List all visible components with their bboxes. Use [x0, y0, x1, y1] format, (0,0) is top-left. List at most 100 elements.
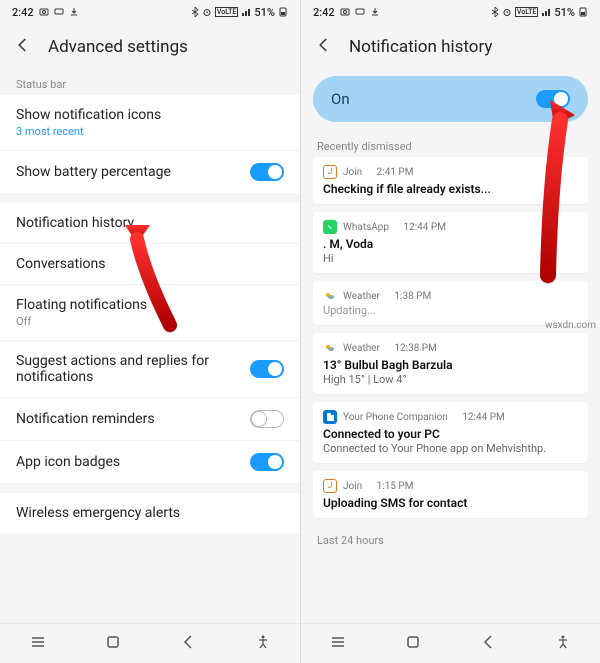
volte-label: VoLTE — [515, 7, 538, 17]
signal-icon — [541, 7, 551, 17]
nav-accessibility-icon[interactable] — [555, 634, 571, 654]
section-status-bar: Status bar — [0, 70, 300, 95]
row-show-battery-percentage[interactable]: Show battery percentage — [0, 151, 300, 193]
app-name: Weather — [343, 291, 380, 302]
notif-body: High 15° | Low 4° — [323, 373, 578, 386]
signal-icon — [241, 7, 251, 17]
app-name: Weather — [343, 343, 380, 354]
app-icon-join: J — [323, 479, 337, 493]
volte-label: VoLTE — [215, 7, 238, 17]
header: Advanced settings — [0, 24, 300, 70]
status-time: 2:42 — [12, 6, 34, 19]
on-toggle-banner[interactable]: On — [313, 76, 588, 122]
row-notification-history[interactable]: Notification history — [0, 203, 300, 244]
header: Notification history — [301, 24, 600, 70]
nav-accessibility-icon[interactable] — [255, 634, 271, 654]
row-label: Suggest actions and replies for notifica… — [16, 353, 250, 385]
notif-time: 1:38 PM — [394, 291, 431, 302]
nav-back-icon[interactable] — [180, 634, 196, 654]
message-icon — [355, 7, 365, 17]
notif-time: 12:44 PM — [462, 412, 504, 423]
toggle-battery-percentage[interactable] — [250, 163, 284, 181]
notif-time: 12:44 PM — [404, 222, 446, 233]
watermark: wsxdn.com — [545, 320, 596, 331]
toggle-reminders[interactable] — [250, 410, 284, 428]
notif-time: 1:15 PM — [377, 481, 414, 492]
nav-recent-icon[interactable] — [330, 634, 346, 654]
notification-card[interactable]: Weather 12:38 PM 13° Bulbul Bagh Barzula… — [313, 333, 588, 394]
nav-home-icon[interactable] — [405, 634, 421, 654]
notif-time: 12:38 PM — [394, 343, 436, 354]
notif-title: Checking if file already exists... — [323, 182, 578, 196]
app-icon-whatsapp — [323, 220, 337, 234]
battery-label: 51% — [554, 6, 575, 19]
phone-left: 2:42 VoLTE 51% Advanced settings Status … — [0, 0, 300, 663]
nav-recent-icon[interactable] — [30, 634, 46, 654]
notif-body: Connected to Your Phone app on Mehvishth… — [323, 442, 578, 455]
row-show-notification-icons[interactable]: Show notification icons 3 most recent — [0, 95, 300, 151]
notification-card[interactable]: J Join 2:41 PM Checking if file already e… — [313, 157, 588, 204]
app-icon-weather — [323, 341, 337, 355]
app-name: Join — [343, 167, 362, 178]
section-last-24: Last 24 hours — [301, 526, 600, 551]
row-label: Notification history — [16, 215, 284, 231]
battery-icon — [278, 7, 288, 17]
row-label: Conversations — [16, 256, 284, 272]
row-sub: Off — [16, 315, 284, 328]
row-floating-notifications[interactable]: Floating notifications Off — [0, 285, 300, 341]
toggle-history-on[interactable] — [536, 90, 570, 108]
app-name: Join — [343, 481, 362, 492]
page-title: Notification history — [349, 37, 492, 57]
notif-title: . M, Voda — [323, 237, 578, 251]
app-icon-weather — [323, 289, 337, 303]
app-icon-join: J — [323, 165, 337, 179]
camera-icon — [39, 7, 49, 17]
notification-card[interactable]: WhatsApp 12:44 PM . M, Voda Hi — [313, 212, 588, 273]
on-label: On — [331, 90, 350, 108]
bluetooth-icon — [491, 7, 499, 17]
row-wireless-emergency[interactable]: Wireless emergency alerts — [0, 493, 300, 533]
message-icon — [54, 7, 64, 17]
battery-label: 51% — [254, 6, 275, 19]
section-recently-dismissed: Recently dismissed — [301, 132, 600, 157]
app-name: WhatsApp — [343, 222, 389, 233]
settings-content: Status bar Show notification icons 3 mos… — [0, 70, 300, 623]
row-notification-reminders[interactable]: Notification reminders — [0, 398, 300, 441]
toggle-suggest-actions[interactable] — [250, 360, 284, 378]
status-bar: 2:42 VoLTE 51% — [301, 0, 600, 24]
app-name: Your Phone Companion — [343, 412, 448, 423]
row-label: App icon badges — [16, 454, 250, 470]
row-label: Show notification icons — [16, 107, 284, 123]
alarm-icon — [202, 7, 212, 17]
row-label: Floating notifications — [16, 297, 284, 313]
status-bar: 2:42 VoLTE 51% — [0, 0, 300, 24]
notif-body: Hi — [323, 252, 578, 265]
notif-title: Updating... — [323, 304, 578, 317]
row-label: Notification reminders — [16, 411, 250, 427]
back-icon[interactable] — [14, 36, 32, 58]
toggle-app-icon-badges[interactable] — [250, 453, 284, 471]
row-conversations[interactable]: Conversations — [0, 244, 300, 285]
status-time: 2:42 — [313, 6, 335, 19]
back-icon[interactable] — [315, 36, 333, 58]
row-suggest-actions[interactable]: Suggest actions and replies for notifica… — [0, 341, 300, 398]
notification-card[interactable]: Your Phone Companion 12:44 PM Connected … — [313, 402, 588, 463]
notif-title: 13° Bulbul Bagh Barzula — [323, 358, 578, 372]
notification-card[interactable]: Weather 1:38 PM Updating... — [313, 281, 588, 325]
page-title: Advanced settings — [48, 37, 188, 57]
row-sub: 3 most recent — [16, 125, 284, 138]
nav-bar — [301, 623, 600, 663]
phone-right: 2:42 VoLTE 51% Notification history On R… — [300, 0, 600, 663]
notif-time: 2:41 PM — [377, 167, 414, 178]
nav-bar — [0, 623, 300, 663]
row-label: Wireless emergency alerts — [16, 505, 284, 521]
bluetooth-icon — [191, 7, 199, 17]
row-app-icon-badges[interactable]: App icon badges — [0, 441, 300, 483]
nav-home-icon[interactable] — [105, 634, 121, 654]
notification-card[interactable]: JJoin 1:15 PM Uploading SMS for contact — [313, 471, 588, 518]
camera-icon — [340, 7, 350, 17]
nav-back-icon[interactable] — [480, 634, 496, 654]
battery-icon — [578, 7, 588, 17]
alarm-icon — [502, 7, 512, 17]
download-icon — [370, 7, 380, 17]
